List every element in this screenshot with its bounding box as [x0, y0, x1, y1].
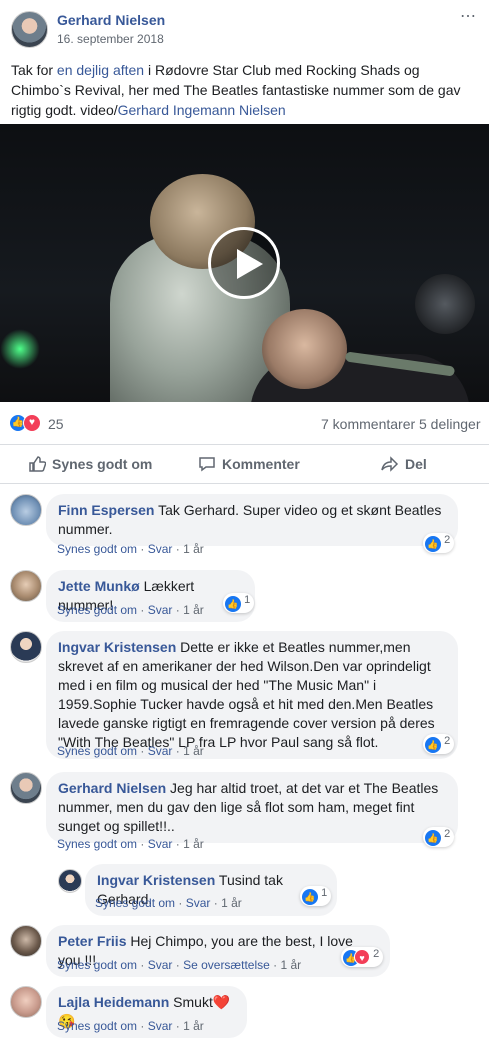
stage-light	[0, 329, 40, 369]
like-reaction-icon: 👍	[302, 889, 318, 905]
comment-reply-link[interactable]: Svar	[148, 1019, 173, 1033]
post-date[interactable]: 16. september 2018	[57, 32, 164, 46]
comment-like-link[interactable]: Synes godt om	[57, 1019, 137, 1033]
comment-reply-link[interactable]: Svar	[148, 744, 173, 758]
comment-reaction-count[interactable]: 👍 2	[423, 827, 455, 847]
reaction-count: 1	[321, 887, 328, 899]
reaction-icons[interactable]: 👍 ♥	[9, 414, 45, 434]
commenter-avatar[interactable]	[10, 772, 42, 804]
comment-reply-link[interactable]: Svar	[148, 837, 173, 851]
comment-like-link[interactable]: Synes godt om	[57, 837, 137, 851]
commenter-avatar[interactable]	[58, 869, 82, 893]
comment-meta: Synes godt om · Svar · 1 år	[57, 542, 204, 556]
like-label: Synes godt om	[52, 456, 153, 472]
commenter-avatar[interactable]	[10, 631, 42, 663]
comment-reaction-count[interactable]: 👍 2	[423, 734, 455, 754]
comment-time[interactable]: 1 år	[183, 603, 204, 617]
comment-meta: Synes godt om · Svar · 1 år	[57, 1019, 204, 1033]
post-header: Gerhard Nielsen 16. september 2018 ⋯	[0, 0, 489, 55]
play-icon[interactable]	[208, 227, 280, 299]
singer-head	[262, 309, 347, 389]
commenter-avatar[interactable]	[10, 570, 42, 602]
stage-lamp	[415, 274, 475, 334]
comment-meta: Synes godt om · Svar · 1 år	[57, 837, 204, 851]
share-label: Del	[405, 456, 427, 472]
comment-time[interactable]: 1 år	[221, 896, 242, 910]
commenter-avatar[interactable]	[10, 494, 42, 526]
post-text-part: Tak for	[11, 62, 57, 78]
post-text: Tak for en dejlig aften i Rødovre Star C…	[11, 60, 479, 120]
comment-time[interactable]: 1 år	[280, 958, 301, 972]
comment-reaction-count[interactable]: 👍 1	[223, 593, 255, 613]
more-options-icon[interactable]: ⋯	[460, 6, 477, 26]
comment-bubble: Ingvar Kristensen Dette er ikke et Beatl…	[46, 631, 458, 759]
commenter-name[interactable]: Peter Friis	[58, 933, 126, 949]
comment-time[interactable]: 1 år	[183, 744, 204, 758]
like-reaction-icon: 👍	[225, 596, 241, 612]
commenter-name[interactable]: Ingvar Kristensen	[97, 872, 215, 888]
comment-text: Dette er ikke et Beatles nummer,men skre…	[58, 639, 435, 750]
comments-count[interactable]: 7 kommentarer	[321, 416, 415, 432]
comment-like-link[interactable]: Synes godt om	[57, 542, 137, 556]
comment-icon	[199, 457, 215, 472]
reaction-count: 2	[373, 948, 380, 960]
see-translation-link[interactable]: Se oversættelse	[183, 958, 270, 972]
commenter-name[interactable]: Ingvar Kristensen	[58, 639, 176, 655]
shares-count[interactable]: 5 delinger	[419, 416, 481, 432]
commenter-avatar[interactable]	[10, 986, 42, 1018]
video-player[interactable]	[0, 124, 489, 402]
comment-reaction-count[interactable]: 👍 1	[300, 886, 332, 906]
author-avatar[interactable]	[11, 11, 48, 48]
comment-reaction-count[interactable]: 👍 ♥ 2	[341, 947, 384, 967]
commenter-name[interactable]: Jette Munkø	[58, 578, 140, 594]
comment-bubble: Gerhard Nielsen Jeg har altid troet, at …	[46, 772, 458, 843]
comment-like-link[interactable]: Synes godt om	[95, 896, 175, 910]
reaction-count: 2	[444, 534, 451, 546]
comment-like-link[interactable]: Synes godt om	[57, 958, 137, 972]
comment-bubble: Finn Espersen Tak Gerhard. Super video o…	[46, 494, 458, 546]
post-stats: 👍 ♥ 25 7 kommentarer 5 delinger	[0, 410, 489, 438]
author-name[interactable]: Gerhard Nielsen	[57, 12, 165, 28]
comment-time[interactable]: 1 år	[183, 542, 204, 556]
comment-button[interactable]: Kommenter	[198, 455, 300, 473]
comment-reply-link[interactable]: Svar	[186, 896, 211, 910]
tag-link[interactable]: en dejlig aften	[57, 62, 144, 78]
commenter-name[interactable]: Lajla Heidemann	[58, 994, 169, 1010]
like-reaction-icon: 👍	[425, 737, 441, 753]
comment-meta: Synes godt om · Svar · 1 år	[95, 896, 242, 910]
like-button[interactable]: Synes godt om	[28, 455, 152, 473]
share-button[interactable]: Del	[381, 455, 427, 473]
thumbs-up-icon	[29, 456, 46, 472]
profile-link[interactable]: Gerhard Ingemann Nielsen	[118, 102, 286, 118]
comment-reaction-count[interactable]: 👍 2	[423, 533, 455, 553]
commenter-avatar[interactable]	[10, 925, 42, 957]
reaction-count: 2	[444, 828, 451, 840]
reaction-count: 2	[444, 735, 451, 747]
share-icon	[381, 456, 399, 472]
reaction-count: 1	[244, 594, 251, 606]
comment-like-link[interactable]: Synes godt om	[57, 744, 137, 758]
comment-reply-link[interactable]: Svar	[148, 958, 173, 972]
comment-time[interactable]: 1 år	[183, 837, 204, 851]
love-reaction-icon: ♥	[354, 949, 370, 965]
comment-meta: Synes godt om · Svar · 1 år	[57, 603, 204, 617]
commenter-name[interactable]: Gerhard Nielsen	[58, 780, 166, 796]
comment-meta: Synes godt om · Svar · Se oversættelse ·…	[57, 958, 302, 972]
like-reaction-icon: 👍	[425, 536, 441, 552]
like-reaction-icon: 👍	[425, 830, 441, 846]
love-reaction-icon: ♥	[23, 414, 41, 432]
comment-label: Kommenter	[222, 456, 300, 472]
reactions-count[interactable]: 25	[48, 416, 64, 432]
commenter-name[interactable]: Finn Espersen	[58, 502, 154, 518]
comment-meta: Synes godt om · Svar · 1 år	[57, 744, 204, 758]
comment-like-link[interactable]: Synes godt om	[57, 603, 137, 617]
post-actions: Synes godt om Kommenter Del	[0, 444, 489, 484]
comment-reply-link[interactable]: Svar	[148, 603, 173, 617]
comment-time[interactable]: 1 år	[183, 1019, 204, 1033]
comment-reply-link[interactable]: Svar	[148, 542, 173, 556]
